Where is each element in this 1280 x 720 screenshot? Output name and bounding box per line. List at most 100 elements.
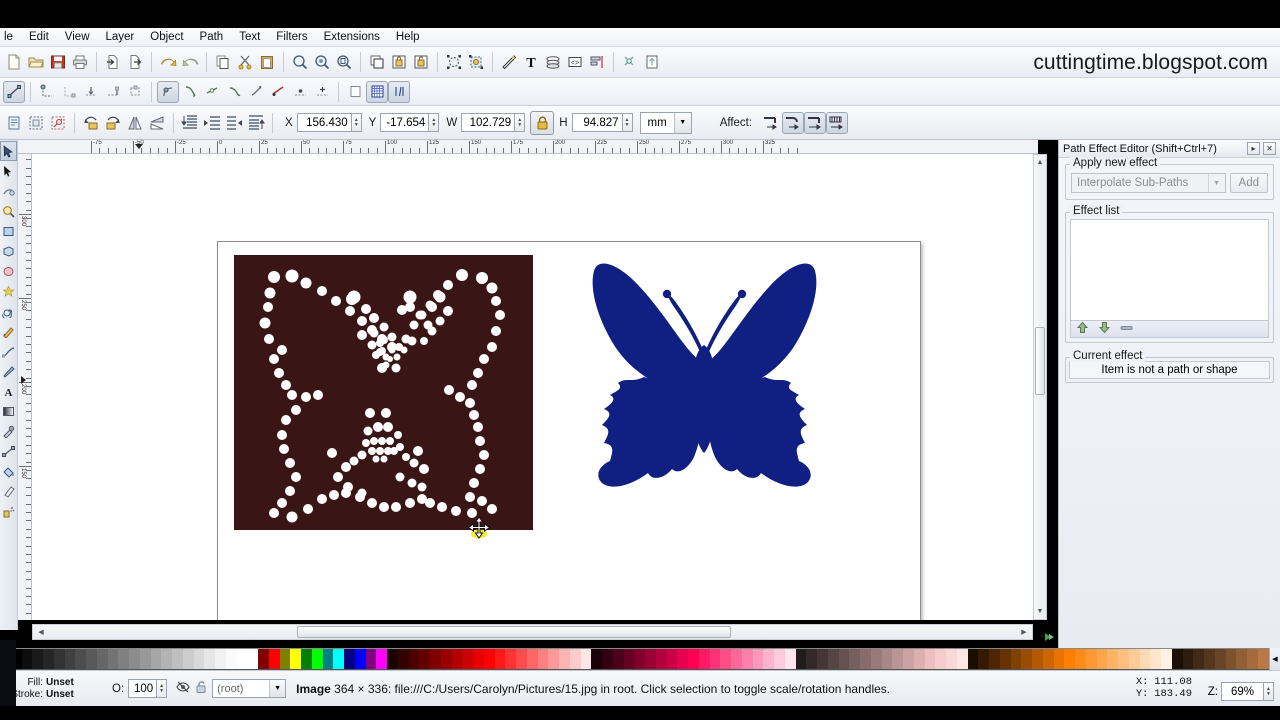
palette-swatch[interactable] [365,649,377,669]
palette-swatch[interactable] [1107,649,1118,669]
palette-swatch[interactable] [655,649,667,669]
palette-swatch[interactable] [462,649,473,669]
palette-swatch[interactable] [935,649,946,669]
palette-swatch[interactable] [1010,649,1022,669]
menu-item-view[interactable]: View [57,29,98,45]
raise-to-top-icon[interactable] [245,112,267,134]
line-segment-icon[interactable] [245,81,267,103]
palette-swatch[interactable] [440,649,452,669]
palette-swatch[interactable] [752,649,764,669]
palette-swatch[interactable] [290,649,301,669]
object-to-path-icon[interactable] [289,81,311,103]
palette-swatch[interactable] [473,649,484,669]
palette-swatch[interactable] [279,649,291,669]
palette-swatch[interactable] [645,649,656,669]
move-up-icon[interactable] [1076,321,1089,337]
zoom-drawing-corner-icon[interactable] [1036,626,1058,648]
palette-swatch[interactable] [107,649,119,669]
h-input[interactable] [571,113,622,132]
palette-swatch[interactable] [139,649,151,669]
vertical-ruler[interactable]: 300 250 200 150 [18,154,32,620]
palette-swatch[interactable] [1171,649,1183,669]
palette-swatch[interactable] [548,649,559,669]
palette-swatch[interactable] [451,649,463,669]
palette-swatch[interactable] [161,649,172,669]
make-symmetric-icon[interactable] [201,81,223,103]
scroll-down-arrow-icon[interactable]: ▼ [1034,605,1046,618]
remove-icon[interactable] [1120,323,1133,335]
xml-node-icon[interactable]: <> [564,51,586,73]
horizontal-ruler[interactable]: -75 -50 -25 0 25 50 75 100 125 150 175 200 225 250 275… [18,140,1038,154]
palette-swatch[interactable] [483,649,495,669]
palette-swatch[interactable] [569,649,581,669]
pencil-tool[interactable] [0,321,17,341]
show-handles-icon[interactable] [388,80,410,103]
palette-swatch[interactable] [1150,649,1161,669]
palette-swatch[interactable] [870,649,882,669]
palette-swatch[interactable] [387,649,398,669]
palette-swatch[interactable] [1021,649,1032,669]
lower-one-step-icon[interactable] [201,112,223,134]
palette-swatch[interactable] [1128,649,1140,669]
palette-swatch[interactable] [526,649,538,669]
paintbucket-tool[interactable] [0,461,17,481]
palette-swatch[interactable] [989,649,1000,669]
star-tool[interactable] [0,281,17,301]
h-spinner-arrows[interactable]: ▲ ▼ [621,113,633,132]
scroll-right-arrow-icon[interactable]: ▶ [1017,625,1031,639]
palette-swatch[interactable] [408,649,420,669]
palette-swatch[interactable] [1139,649,1151,669]
palette-swatch[interactable] [731,649,742,669]
raise-one-step-icon[interactable] [223,112,245,134]
ungroup-icon[interactable] [410,51,432,73]
gradient-tool[interactable] [0,401,17,421]
preferences-icon[interactable] [619,51,641,73]
layer-select[interactable]: (root) ▼ [212,679,287,698]
palette-swatch[interactable] [1214,649,1226,669]
h-spinner[interactable]: ▲▼ [571,113,633,132]
x-input[interactable] [296,113,351,132]
cut-scissors-icon[interactable] [234,51,256,73]
document-properties-icon[interactable] [641,51,663,73]
blue-butterfly-image[interactable] [588,253,821,503]
save-icon[interactable] [47,51,69,73]
lower-to-bottom-icon[interactable] [179,112,201,134]
menu-item-object[interactable]: Object [142,29,191,45]
scroll-up-arrow-icon[interactable]: ▲ [1034,156,1046,169]
palette-swatch[interactable] [344,649,355,669]
palette-swatch[interactable] [333,649,344,669]
menu-item-extensions[interactable]: Extensions [316,29,388,45]
ellipse-tool[interactable] [0,261,17,281]
opacity-spinner-arrows[interactable]: ▲ ▼ [156,679,168,698]
dotted-butterfly-image[interactable] [234,255,533,530]
menu-item-text[interactable]: Text [231,29,268,45]
transform-patterns-icon[interactable] [826,111,849,134]
palette-swatch[interactable] [666,649,678,669]
palette-swatch[interactable] [967,649,979,669]
deselect-icon[interactable] [47,112,69,134]
palette-swatch[interactable] [32,649,43,669]
x-spinner-arrows[interactable]: ▲ ▼ [350,113,362,132]
palette-swatch[interactable] [849,649,860,669]
palette-swatch[interactable] [1053,649,1065,669]
connector-tool[interactable] [0,441,17,461]
palette-swatch[interactable] [1118,649,1129,669]
palette-swatch[interactable] [268,649,280,669]
fill-stroke-dialog-icon[interactable] [443,51,465,73]
duplicate-icon[interactable] [366,51,388,73]
paste-icon[interactable] [256,51,278,73]
import-icon[interactable] [102,51,124,73]
palette-swatch[interactable] [623,649,635,669]
palette-swatch[interactable] [1257,649,1269,669]
rotate-cw-icon[interactable] [102,112,124,134]
show-grid-icon[interactable] [366,80,388,103]
make-smooth-icon[interactable] [179,81,201,103]
w-input[interactable] [461,113,515,132]
make-auto-icon[interactable] [223,81,245,103]
3dbox-tool[interactable] [0,241,17,261]
palette-swatch[interactable] [1064,649,1075,669]
palette-swatch[interactable] [301,649,312,669]
print-icon[interactable] [69,51,91,73]
show-clip-icon[interactable] [344,81,366,103]
add-effect-button[interactable]: Add [1229,173,1268,193]
